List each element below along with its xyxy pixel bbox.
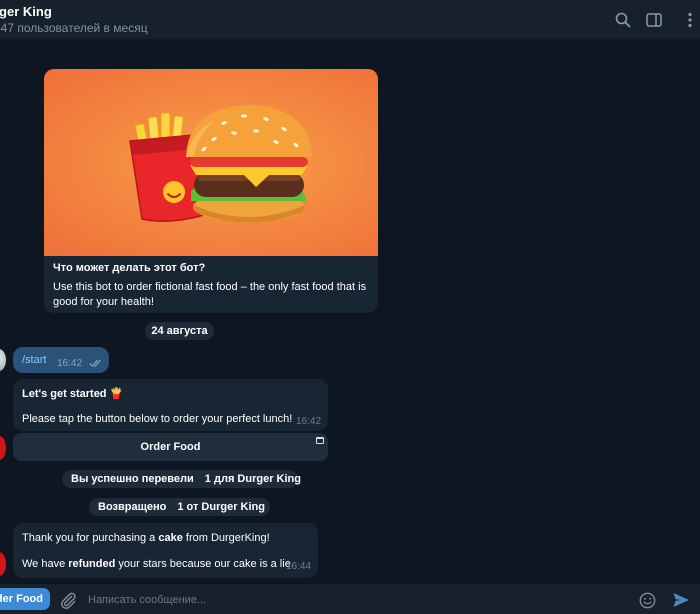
payment-sent-amount: 1 для Durger King: [204, 473, 301, 485]
web-app-icon: [316, 437, 324, 444]
thanks-line1-bold: cake: [158, 532, 183, 544]
service-message-payment: Вы успешно перевели 1 для Durger King: [62, 470, 301, 488]
bot-message-line2: Please tap the button below to order you…: [22, 413, 293, 425]
payment-sent-text: Вы успешно перевели: [71, 473, 194, 485]
more-vertical-icon[interactable]: [683, 10, 697, 30]
send-icon[interactable]: [672, 591, 690, 609]
sidebar-toggle-icon[interactable]: [644, 10, 664, 30]
thanks-line1-end: from DurgerKing!: [182, 532, 270, 544]
bot-intro-question: Что может делать этот бот?: [53, 262, 206, 274]
chat-subtitle: 347 пользователей в месяц: [0, 21, 148, 35]
order-food-button-label: Order Food: [140, 441, 201, 453]
double-check-icon: [89, 359, 101, 368]
user-avatar[interactable]: [0, 349, 6, 371]
date-separator: 24 августа: [145, 322, 214, 340]
telegram-window: rger King 347 пользователей в месяц: [0, 0, 700, 614]
bot-message-thanks[interactable]: Thank you for purchasing a cake from Dur…: [13, 523, 318, 578]
chat-title: rger King: [0, 4, 52, 19]
thanks-line2-start: We have: [22, 558, 69, 570]
bot-message-time: 16:42: [296, 416, 322, 427]
chat-header[interactable]: rger King 347 пользователей в месяц: [0, 0, 700, 40]
message-composer: rder Food: [0, 584, 700, 614]
bot-message-welcome[interactable]: Let's get started 🍟 Please tap the butto…: [13, 379, 328, 431]
order-food-inline-button[interactable]: Order Food: [13, 433, 328, 461]
bot-avatar[interactable]: [0, 552, 6, 576]
service-message-refund: Возвращено 1 от Durger King: [89, 498, 270, 516]
outgoing-message-time: 16:42: [57, 358, 83, 369]
paperclip-icon[interactable]: [59, 591, 77, 609]
thanks-line1-start: Thank you for purchasing a: [22, 532, 159, 544]
thanks-line2-end: your stars because our cake is a lie.: [115, 558, 294, 570]
outgoing-message-text: /start: [22, 354, 47, 366]
bot-menu-button[interactable]: rder Food: [0, 588, 50, 610]
message-input[interactable]: [88, 590, 608, 610]
thanks-line2-bold: refunded: [68, 558, 116, 570]
search-icon[interactable]: [613, 10, 633, 30]
bot-intro-description: Use this bot to order fictional fast foo…: [53, 281, 367, 308]
thanks-line1: Thank you for purchasing a cake from Dur…: [22, 532, 270, 544]
outgoing-message[interactable]: /start 16:42: [13, 347, 109, 373]
bot-message-line1: Let's get started 🍟: [22, 388, 124, 400]
bot-intro-card: Что может делать этот бот? Use this bot …: [44, 69, 378, 313]
message-list[interactable]: Что может делать этот бот? Use this bot …: [0, 40, 700, 584]
refund-text: Возвращено: [98, 501, 167, 513]
burger-and-fries-illustration: [129, 105, 312, 223]
bot-avatar[interactable]: [0, 436, 6, 460]
thanks-message-time: 16:44: [286, 561, 312, 572]
smiley-icon[interactable]: [639, 592, 656, 609]
thanks-line2: We have refunded your stars because our …: [22, 558, 294, 570]
bot-intro-image: [44, 69, 378, 256]
refund-amount: 1 от Durger King: [177, 501, 265, 513]
